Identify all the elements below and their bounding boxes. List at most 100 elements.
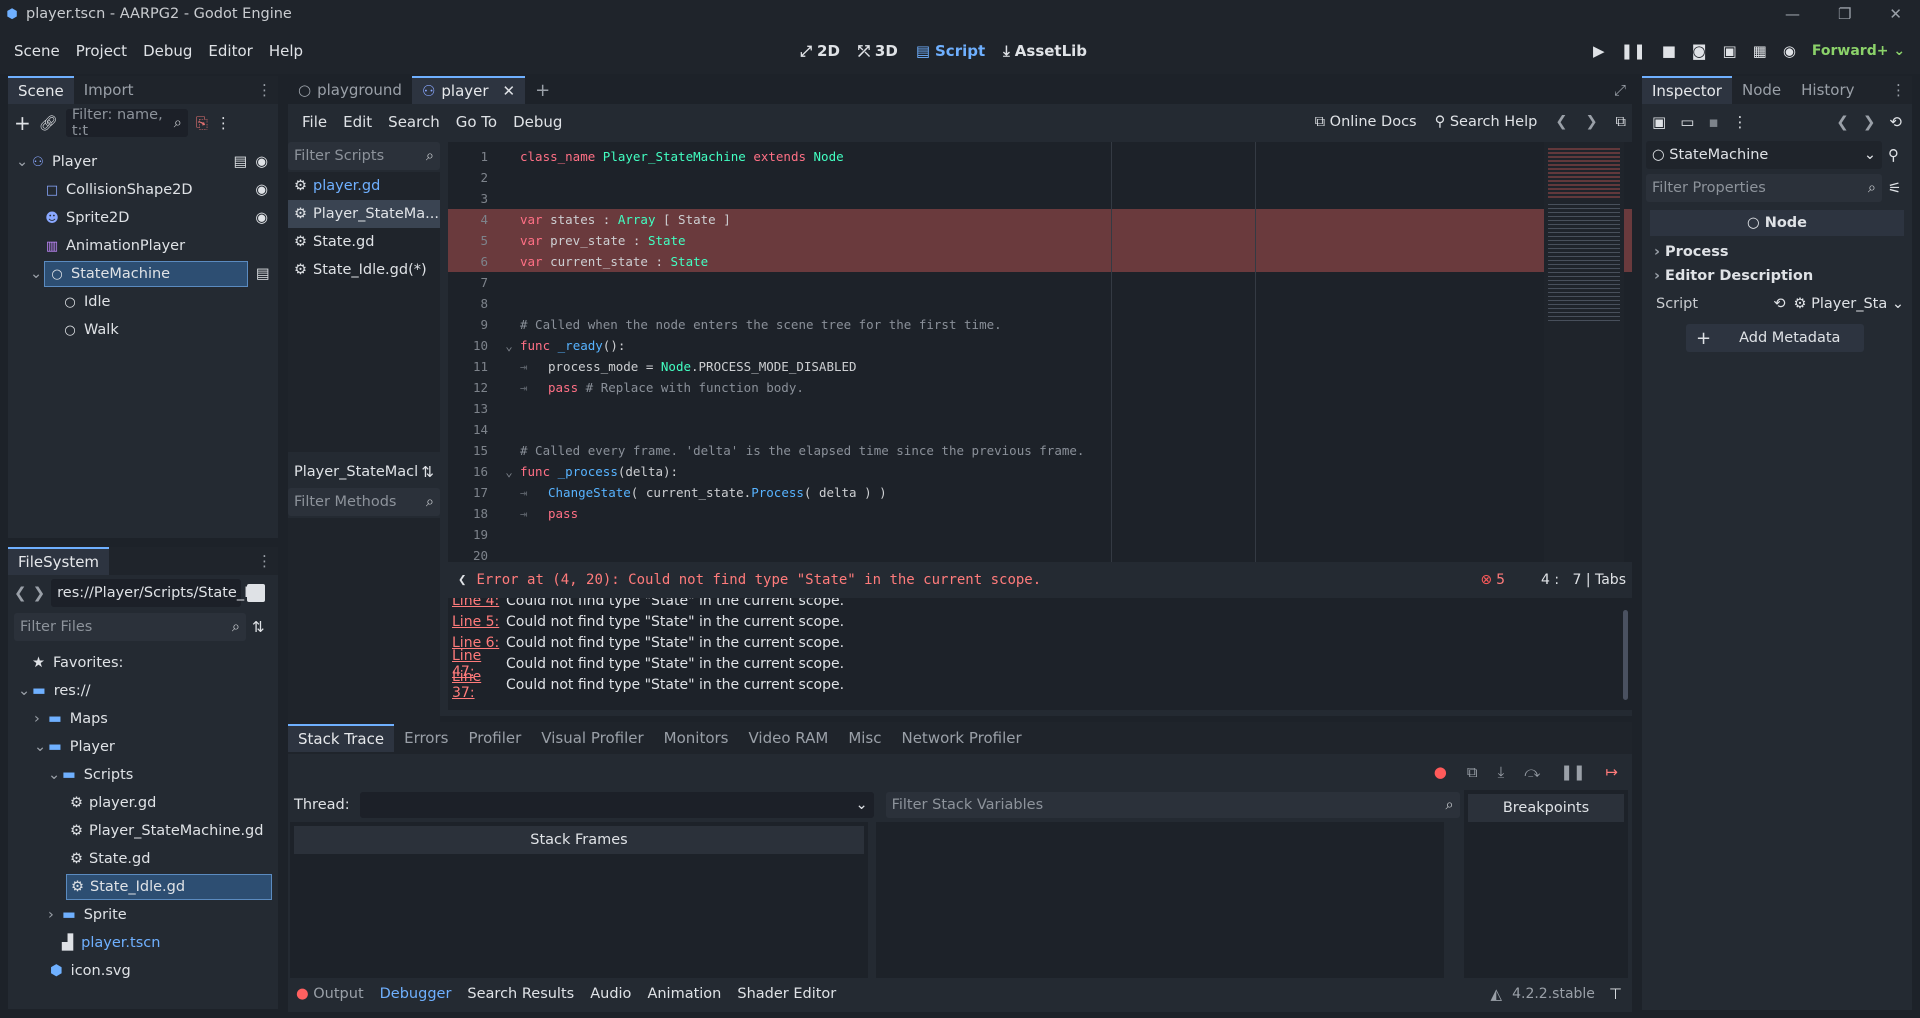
menu-help[interactable]: Help [261,42,311,60]
scene-tab-playground[interactable]: ○ playground [288,76,412,104]
group-process[interactable]: › Process [1642,240,1912,264]
code-line[interactable]: 6 var current_state : State [448,251,1632,272]
dock-menu-icon[interactable]: ⋮ [257,81,278,99]
fs-file-player-gd[interactable]: ⚙ player.gd [12,789,274,817]
tree-node-walk[interactable]: ○ Walk [12,316,274,344]
scene-tab-player[interactable]: ⚇ player ✕ [411,76,526,104]
script-menu-file[interactable]: File [294,113,335,131]
save-icon[interactable]: ▪ [1708,113,1718,131]
code-line[interactable]: 4 var states : Array [ State ] [448,209,1632,230]
script-property-value[interactable]: ⚙ Player_Sta ⌄ [1793,296,1904,312]
record-icon[interactable]: ● [1434,763,1447,781]
scene-filter-input[interactable]: Filter: name, t:t ⌕ [65,107,188,139]
history-back-icon[interactable]: ❮ [1836,113,1849,131]
tree-node-animationplayer[interactable]: ▥ AnimationPlayer [12,232,274,260]
fold-arrow-icon[interactable]: ⌄ [498,461,520,482]
collapse-icon[interactable]: ❮ [448,572,476,588]
play-custom-icon[interactable]: ▦ [1753,42,1767,60]
workspace-script-button[interactable]: ▤ Script [909,42,992,60]
break-icon[interactable]: ❚❚ [1560,763,1585,781]
methods-filter-input[interactable]: Filter Methods ⌕ [288,488,440,516]
fs-file-state-gd[interactable]: ⚙ State.gd [12,845,274,873]
scene-menu-icon[interactable]: ⋮ [216,114,231,132]
error-row[interactable]: Line 37: Could not find type "State" in t… [452,669,1628,701]
online-docs-button[interactable]: ⧉ Online Docs [1315,114,1417,130]
code-line[interactable]: 5 var prev_state : State [448,230,1632,251]
code-line[interactable]: 7 [448,272,1632,293]
tab-scene[interactable]: Scene [8,76,74,104]
menu-scene[interactable]: Scene [6,42,68,60]
script-item-state-idle-gd[interactable]: ⚙ State_Idle.gd(*) [288,256,440,284]
path-field[interactable]: res://Player/Scripts/State_I [51,579,248,607]
code-line[interactable]: 11 ⇥ process_mode = Node.PROCESS_MODE_DISA… [448,356,1632,377]
step-over-icon[interactable]: ⤼ [1524,763,1540,781]
error-count-icon[interactable]: ⊗ [1480,572,1492,588]
scrollbar[interactable] [1623,610,1628,700]
code-line[interactable]: 15 # Called every frame. 'delta' is the e… [448,440,1632,461]
fs-favorites[interactable]: ★ Favorites: [12,649,274,677]
dock-menu-icon[interactable]: ⋮ [257,552,278,570]
next-script-icon[interactable]: ❯ [1585,114,1597,130]
bottom-tab-audio[interactable]: Audio [582,986,639,1002]
new-resource-icon[interactable]: ▣ [1652,113,1666,131]
fold-arrow-icon[interactable]: ⌄ [498,335,520,356]
code-line[interactable]: 19 [448,524,1632,545]
thread-select[interactable]: ⌄ [359,792,874,818]
fs-file-player-statemachine-gd[interactable]: ⚙ Player_StateMachine.gd [12,817,274,845]
tab-import[interactable]: Import [74,76,144,104]
add-metadata-button[interactable]: + Add Metadata [1686,324,1864,352]
fs-res-root[interactable]: ⌄ ▬ res:// [12,677,274,705]
error-row[interactable]: Line 4: Could not find type "State" in th… [452,598,1628,611]
debug-tab-monitors[interactable]: Monitors [654,724,739,752]
code-line[interactable]: 14 [448,419,1632,440]
debug-tab-errors[interactable]: Errors [394,724,458,752]
close-tab-icon[interactable]: ✕ [503,82,516,100]
expand-panel-icon[interactable]: ⊤ [1609,985,1622,1003]
script-item-player-statemachine[interactable]: ⚙ Player_StateMa... [288,200,440,228]
restore-icon[interactable]: ❐ [1838,5,1851,23]
script-attached-icon[interactable]: ▤ [256,266,270,282]
stack-variables-filter[interactable]: Filter Stack Variables ⌕ [885,792,1460,818]
code-line[interactable]: 10 ⌄ func _ready(): [448,335,1632,356]
link-icon[interactable]: 🔗︎ [39,114,58,132]
code-line[interactable]: 1 class_name Player_StateMachine extends … [448,146,1632,167]
tab-history[interactable]: History [1791,76,1864,104]
fs-folder-scripts[interactable]: ⌄ ▬ Scripts [12,761,274,789]
object-history-icon[interactable]: ⟲ [1889,113,1902,131]
fs-folder-maps[interactable]: › ▬ Maps [12,705,274,733]
error-row[interactable]: Line 47: Could not find type "State" in t… [452,648,1628,680]
fs-file-player-tscn[interactable]: ▟ player.tscn [12,929,274,957]
debug-tab-stack-trace[interactable]: Stack Trace [288,724,395,752]
visibility-icon[interactable]: ◉ [255,154,268,170]
code-line[interactable]: 12 ⇥ pass # Replace with function body. [448,377,1632,398]
attach-script-icon[interactable]: ⎘ [196,114,208,132]
error-line-link[interactable]: Line 5: [452,614,506,630]
version-label[interactable]: 4.2.2.stable [1512,986,1595,1002]
renderer-select[interactable]: Forward+ ⌄ [1812,43,1905,59]
add-tab-icon[interactable]: + [535,80,550,101]
error-line-link[interactable]: Line 4: [452,598,506,609]
code-line[interactable]: 16 ⌄ func _process(delta): [448,461,1632,482]
workspace-assetlib-button[interactable]: ⤓ AssetLib [996,42,1094,60]
copy-icon[interactable]: ⧉ [1467,763,1478,781]
code-line[interactable]: 20 [448,545,1632,562]
debug-tab-network-profiler[interactable]: Network Profiler [891,724,1031,752]
tree-node-statemachine[interactable]: ⌄ ○ StateMachine ▤ [12,260,274,288]
error-row[interactable]: Line 6: Could not find type "State" in th… [452,632,1628,653]
code-line[interactable]: 18 ⇥ pass [448,503,1632,524]
search-help-button[interactable]: ⚲ Search Help [1435,114,1538,130]
minimize-icon[interactable]: — [1785,5,1800,23]
forward-icon[interactable]: ❯ [33,584,46,602]
bottom-tab-shader-editor[interactable]: Shader Editor [729,986,844,1002]
code-line[interactable]: 9 # Called when the node enters the scene… [448,314,1632,335]
play-icon[interactable]: ▶ [1593,42,1605,60]
tab-filesystem[interactable]: FileSystem [8,547,110,575]
debug-tab-video-ram[interactable]: Video RAM [739,724,839,752]
fs-folder-player[interactable]: ⌄ ▬ Player [12,733,274,761]
stop-icon[interactable]: ■ [1662,42,1676,60]
back-icon[interactable]: ❮ [14,584,27,602]
tree-node-player[interactable]: ⌄ ⚇ Player ▤ ◉ [12,148,274,176]
bottom-tab-search-results[interactable]: Search Results [459,986,582,1002]
code-line[interactable]: 2 [448,167,1632,188]
play-scene-icon[interactable]: ▣ [1722,42,1736,60]
